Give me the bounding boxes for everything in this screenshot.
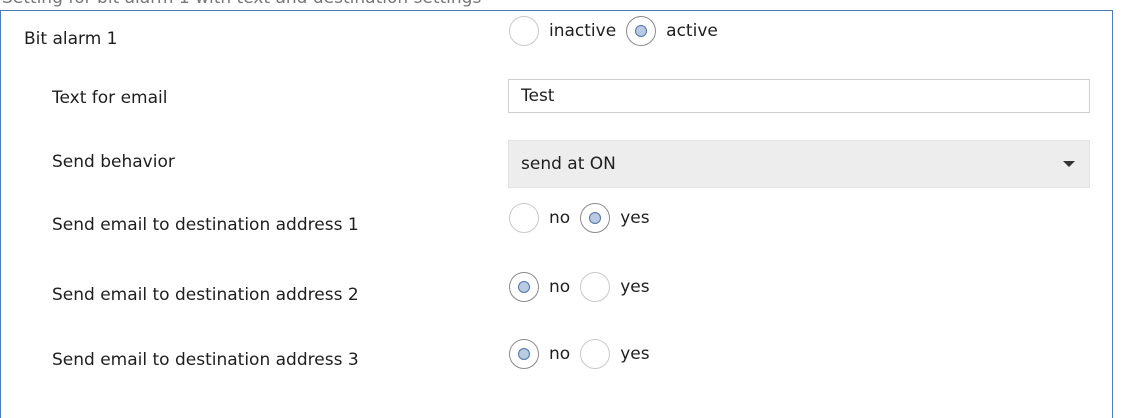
destination-3-radio-group: no yes [509,339,660,369]
radio-label: yes [620,344,650,364]
radio-circle-checked-icon [509,339,539,369]
radio-label: yes [620,277,650,297]
radio-label: no [549,208,571,228]
destination-1-label: Send email to destination address 1 [52,215,359,235]
destination-1-no-radio[interactable]: no [509,203,570,233]
radio-circle-checked-icon [626,16,657,46]
send-behavior-dropdown[interactable]: send at ON [508,140,1090,188]
send-behavior-value: send at ON [521,154,616,174]
bit-alarm-active-radio[interactable]: active [626,16,718,46]
destination-3-yes-radio[interactable]: yes [580,339,650,369]
bit-alarm-label: Bit alarm 1 [24,29,118,49]
destination-2-no-radio[interactable]: no [509,272,570,302]
radio-circle-icon [509,16,539,46]
destination-3-no-radio[interactable]: no [509,339,570,369]
parameter-panel: Bit alarm 1 inactive active Text for ema… [0,10,1113,418]
bit-alarm-inactive-radio[interactable]: inactive [509,16,616,46]
destination-1-yes-radio[interactable]: yes [580,203,650,233]
bit-alarm-radio-group: inactive active [509,16,728,46]
chevron-down-icon [1063,161,1075,167]
radio-circle-icon [580,272,611,302]
radio-label: no [549,344,571,364]
radio-circle-icon [580,339,611,369]
email-text-input[interactable] [508,79,1090,113]
radio-circle-checked-icon [580,203,611,233]
radio-circle-checked-icon [509,272,539,302]
destination-3-label: Send email to destination address 3 [52,350,359,370]
radio-label: inactive [549,21,617,41]
send-behavior-label: Send behavior [52,152,175,172]
radio-label: yes [620,208,650,228]
radio-circle-icon [509,203,539,233]
destination-2-label: Send email to destination address 2 [52,285,359,305]
radio-label: no [549,277,571,297]
header-partial-text: Setting for bit alarm 1 with text and de… [2,0,481,8]
destination-2-radio-group: no yes [509,272,660,302]
destination-2-yes-radio[interactable]: yes [580,272,650,302]
radio-label: active [666,21,718,41]
destination-1-radio-group: no yes [509,203,660,233]
email-text-label: Text for email [52,88,168,108]
